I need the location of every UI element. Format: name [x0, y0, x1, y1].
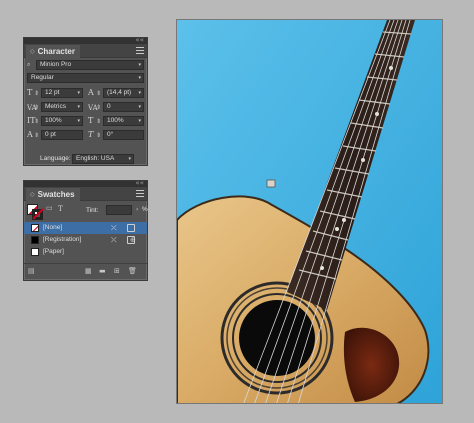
- tracking-field[interactable]: 0 ▾: [103, 102, 144, 112]
- stepper-icon[interactable]: ⇕: [34, 131, 39, 141]
- guitar-photo: [177, 20, 442, 403]
- stepper-icon[interactable]: ⇕: [96, 131, 101, 141]
- baseline-shift-field[interactable]: 0 pt: [41, 130, 83, 140]
- horizontal-scale-value: 100%: [107, 117, 124, 124]
- swatch-name: [None]: [43, 224, 63, 231]
- horizontal-scale-field[interactable]: 100% ▾: [103, 116, 144, 126]
- tint-label: Tint:: [86, 207, 99, 214]
- new-swatch-icon[interactable]: ⊞: [114, 267, 120, 276]
- panel-tabbar: ◇ Character: [24, 44, 147, 58]
- folder-icon[interactable]: ▬: [99, 267, 106, 276]
- no-edit-icon: ⤫: [111, 236, 117, 244]
- panel-tabbar: ◇ Swatches: [24, 187, 147, 201]
- skew-icon: T: [88, 130, 94, 139]
- swatch-row-paper[interactable]: [Paper]: [24, 246, 147, 258]
- search-icon: ⌕: [27, 61, 31, 68]
- vertical-scale-value: 100%: [45, 117, 62, 124]
- skew-field[interactable]: 0°: [103, 130, 144, 140]
- color-mode-icon: [127, 224, 135, 232]
- tab-swatches[interactable]: ◇ Swatches: [26, 188, 80, 201]
- horizontal-scale-icon: T: [88, 116, 94, 125]
- chevron-right-icon[interactable]: ›: [136, 206, 138, 213]
- registration-icon: ⊕: [127, 236, 136, 244]
- tint-percent: %: [142, 206, 148, 213]
- language-label: Language:: [40, 155, 71, 162]
- stepper-icon[interactable]: ⇕: [96, 117, 101, 127]
- stepper-icon[interactable]: ⇕: [96, 103, 101, 113]
- skew-value: 0°: [107, 131, 114, 138]
- stepper-icon[interactable]: ⇕: [96, 89, 101, 99]
- fill-stroke-swatch[interactable]: [27, 204, 43, 220]
- tab-character-label: Character: [37, 47, 75, 56]
- text-icon[interactable]: T: [58, 205, 63, 213]
- baseline-shift-value: 0 pt: [45, 131, 56, 138]
- chevron-down-icon: ▾: [138, 62, 141, 68]
- chevron-down-icon: ▾: [77, 118, 80, 124]
- stroke-swatch[interactable]: [32, 209, 43, 220]
- chevron-down-icon: ▾: [138, 118, 141, 124]
- font-style-value: Regular: [31, 74, 54, 81]
- swatch-row-none[interactable]: [None] ⤫: [24, 222, 147, 234]
- chevron-down-icon: ▾: [138, 90, 141, 96]
- vertical-scale-field[interactable]: 100% ▾: [41, 116, 83, 126]
- swatch-views-icon[interactable]: ▤: [28, 267, 35, 276]
- baseline-shift-icon: A: [27, 130, 33, 139]
- font-family-value: Minion Pro: [40, 61, 72, 68]
- font-size-value: 12 pt: [45, 89, 60, 96]
- no-edit-icon: ⤫: [111, 224, 117, 232]
- chevron-down-icon: ▾: [138, 75, 141, 81]
- chevron-down-icon: ▾: [128, 156, 131, 162]
- container-icon[interactable]: ▭: [46, 205, 53, 213]
- panel-toggle-icon[interactable]: ◇: [30, 45, 35, 58]
- soundhole: [239, 300, 315, 376]
- panel-toggle-icon[interactable]: ◇: [30, 188, 35, 201]
- chevron-down-icon: ▾: [138, 104, 141, 110]
- trash-icon[interactable]: 🗑: [128, 267, 137, 276]
- tracking-value: 0: [107, 103, 111, 110]
- font-style-select[interactable]: Regular ▾: [27, 73, 144, 83]
- stepper-icon[interactable]: ⇕: [34, 89, 39, 99]
- none-swatch-chip: [31, 224, 39, 232]
- registration-swatch-chip: [31, 236, 39, 244]
- kerning-value: Metrics: [45, 103, 66, 110]
- document-image[interactable]: [176, 19, 443, 404]
- font-size-icon: T: [27, 88, 33, 97]
- leading-icon: A: [88, 88, 94, 97]
- font-size-field[interactable]: 12 pt ▾: [41, 88, 83, 98]
- font-family-select[interactable]: Minion Pro ▾: [36, 60, 144, 70]
- language-value: English: USA: [76, 155, 115, 162]
- collapse-icon[interactable]: ««: [135, 179, 144, 187]
- chevron-down-icon: ▾: [77, 104, 80, 110]
- character-panel: «« ◇ Character ⌕ Minion Pro ▾ Regular ▾ …: [23, 36, 148, 166]
- swatch-name: [Registration]: [43, 236, 82, 243]
- strap-button: [266, 179, 276, 188]
- swatches-panel: «« ◇ Swatches ▭ T Tint: › % [None] ⤫ [Re…: [23, 179, 148, 281]
- tab-character[interactable]: ◇ Character: [26, 45, 80, 58]
- tint-input[interactable]: [106, 205, 132, 215]
- swatch-name: [Paper]: [43, 248, 64, 255]
- kerning-field[interactable]: Metrics ▾: [41, 102, 83, 112]
- leading-field[interactable]: (14,4 pt) ▾: [103, 88, 144, 98]
- panel-menu-icon[interactable]: [136, 47, 144, 54]
- panel-menu-icon[interactable]: [136, 190, 144, 197]
- chevron-down-icon: ▾: [77, 90, 80, 96]
- swatch-row-registration[interactable]: [Registration] ⤫ ⊕: [24, 234, 147, 246]
- swatches-footer: ▤ ▦ ▬ ⊞ 🗑: [24, 263, 147, 279]
- color-group-icon[interactable]: ▦: [85, 267, 92, 276]
- stepper-icon[interactable]: ⇕: [34, 103, 39, 113]
- paper-swatch-chip: [31, 248, 39, 256]
- tab-swatches-label: Swatches: [37, 190, 75, 199]
- leading-value: (14,4 pt): [107, 89, 132, 96]
- collapse-icon[interactable]: ««: [135, 36, 144, 44]
- stepper-icon[interactable]: ⇕: [34, 117, 39, 127]
- language-select[interactable]: English: USA ▾: [72, 154, 134, 164]
